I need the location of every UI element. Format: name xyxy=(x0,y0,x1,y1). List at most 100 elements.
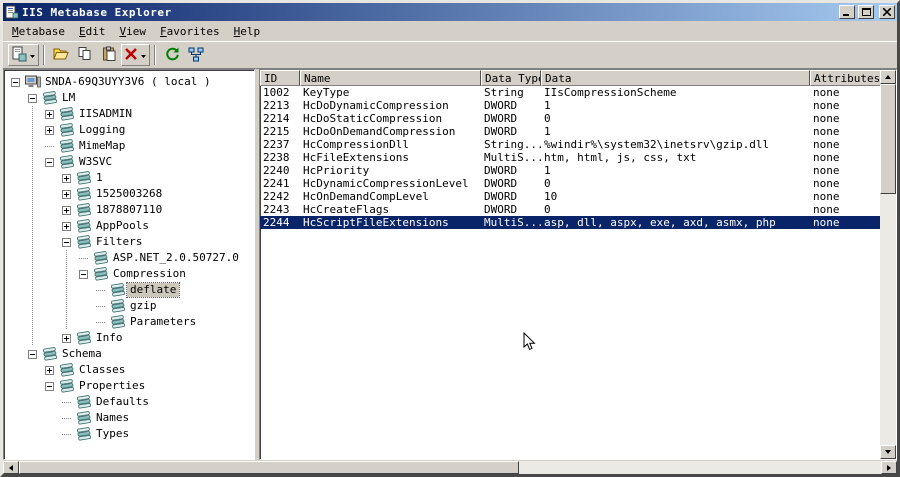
tree-item[interactable]: LM xyxy=(7,90,254,106)
vertical-scroll-track[interactable] xyxy=(880,84,896,445)
menu-help[interactable]: Help xyxy=(227,23,268,40)
table-row[interactable]: 2241 HcDynamicCompressionLevel DWORD 0 none xyxy=(260,177,880,190)
tree-item-label[interactable]: deflate xyxy=(125,282,181,298)
tree-item[interactable]: Properties xyxy=(7,378,254,394)
tree-item[interactable]: Classes xyxy=(7,362,254,378)
tree-item[interactable]: SNDA-69Q3UYY3V6 ( local ) xyxy=(7,74,254,90)
tree-item[interactable]: 1878807110 xyxy=(7,202,254,218)
tree-item[interactable]: Parameters xyxy=(7,314,254,330)
tree-item[interactable]: IISADMIN xyxy=(7,106,254,122)
maximize-button[interactable] xyxy=(858,5,874,19)
expand-toggle[interactable] xyxy=(45,365,54,375)
tree-item[interactable]: W3SVC xyxy=(7,154,254,170)
title-bar[interactable]: IIS Metabase Explorer xyxy=(3,3,897,21)
horizontal-scrollbar[interactable] xyxy=(3,460,897,474)
collapse-toggle[interactable] xyxy=(11,77,20,87)
column-header-id[interactable]: ID xyxy=(260,70,300,86)
tree-item-label[interactable]: Compression xyxy=(110,267,189,281)
tree-item[interactable]: AppPools xyxy=(7,218,254,234)
tree-item-label[interactable]: Info xyxy=(93,331,126,345)
tree-item-label[interactable]: 1878807110 xyxy=(93,203,165,217)
tree-item[interactable]: MimeMap xyxy=(7,138,254,154)
tree-item-label[interactable]: Schema xyxy=(59,347,105,361)
tree-item-label[interactable]: Properties xyxy=(76,379,148,393)
table-row[interactable]: 2242 HcOnDemandCompLevel DWORD 10 none xyxy=(260,190,880,203)
delete-button[interactable] xyxy=(121,44,150,66)
tree-item[interactable]: Defaults xyxy=(7,394,254,410)
tree-item-label[interactable]: IISADMIN xyxy=(76,107,135,121)
horizontal-scroll-track[interactable] xyxy=(19,461,881,474)
table-row[interactable]: 2240 HcPriority DWORD 1 none xyxy=(260,164,880,177)
tree-item-label[interactable]: ASP.NET_2.0.50727.0 xyxy=(110,251,242,265)
vertical-scrollbar[interactable] xyxy=(880,70,896,459)
tree-item[interactable]: Filters xyxy=(7,234,254,250)
expand-toggle[interactable] xyxy=(62,173,71,183)
refresh-button[interactable] xyxy=(160,44,183,66)
vertical-scroll-thumb[interactable] xyxy=(880,84,896,194)
scroll-up-button[interactable] xyxy=(880,70,896,84)
tree-item[interactable]: Schema xyxy=(7,346,254,362)
expand-toggle[interactable] xyxy=(45,125,54,135)
close-button[interactable] xyxy=(879,5,895,19)
table-row[interactable]: 1002 KeyType String IIsCompressionScheme non… xyxy=(260,86,880,99)
table-row[interactable]: 2238 HcFileExtensions MultiS... htm, html, … xyxy=(260,151,880,164)
table-row[interactable]: 2243 HcCreateFlags DWORD 0 none xyxy=(260,203,880,216)
expand-toggle[interactable] xyxy=(62,205,71,215)
tree-item-label[interactable]: 1 xyxy=(93,171,106,185)
expand-toggle[interactable] xyxy=(62,189,71,199)
tree-item-label[interactable]: LM xyxy=(59,91,78,105)
copy-button[interactable] xyxy=(73,44,96,66)
scroll-down-button[interactable] xyxy=(880,445,896,459)
scroll-right-button[interactable] xyxy=(881,461,897,474)
table-row[interactable]: 2214 HcDoStaticCompression DWORD 0 none xyxy=(260,112,880,125)
tree-item-label[interactable]: Logging xyxy=(76,123,128,137)
tree-item-label[interactable]: gzip xyxy=(127,299,160,313)
menu-metabase[interactable]: Metabase xyxy=(5,23,72,40)
horizontal-scroll-thumb[interactable] xyxy=(19,461,519,474)
tree-item[interactable]: Info xyxy=(7,330,254,346)
new-key-button[interactable] xyxy=(8,44,39,66)
table-row[interactable]: 2215 HcDoOnDemandCompression DWORD 1 none xyxy=(260,125,880,138)
tree-item[interactable]: ASP.NET_2.0.50727.0 xyxy=(7,250,254,266)
tree-item-label[interactable]: Filters xyxy=(93,235,145,249)
tree-item[interactable]: deflate xyxy=(7,282,254,298)
tree-item[interactable]: 1 xyxy=(7,170,254,186)
tree-item-label[interactable]: Names xyxy=(93,411,132,425)
tree-item-label[interactable]: Defaults xyxy=(93,395,152,409)
scroll-left-button[interactable] xyxy=(3,461,19,474)
tree-item-label[interactable]: Classes xyxy=(76,363,128,377)
expand-toggle[interactable] xyxy=(62,221,71,231)
paste-button[interactable] xyxy=(97,44,120,66)
open-button[interactable] xyxy=(49,44,72,66)
expand-toggle[interactable] xyxy=(62,333,71,343)
tree-item[interactable]: 1525003268 xyxy=(7,186,254,202)
tree-item-label[interactable]: W3SVC xyxy=(76,155,115,169)
tree-item-label[interactable]: AppPools xyxy=(93,219,152,233)
menu-favorites[interactable]: Favorites xyxy=(153,23,227,40)
tree-item[interactable]: gzip xyxy=(7,298,254,314)
expand-toggle[interactable] xyxy=(45,109,54,119)
tree-item-label[interactable]: SNDA-69Q3UYY3V6 ( local ) xyxy=(42,75,214,89)
table-row[interactable]: 2244 HcScriptFileExtensions MultiS... asp, … xyxy=(260,216,880,229)
menu-view[interactable]: View xyxy=(112,23,153,40)
collapse-toggle[interactable] xyxy=(79,269,88,279)
column-header-name[interactable]: Name xyxy=(300,70,481,86)
collapse-toggle[interactable] xyxy=(28,349,37,359)
tree-item[interactable]: Names xyxy=(7,410,254,426)
connect-button[interactable] xyxy=(184,44,207,66)
minimize-button[interactable] xyxy=(839,5,855,19)
table-row[interactable]: 2237 HcCompressionDll String... %windir%\sy… xyxy=(260,138,880,151)
column-header-data[interactable]: Data xyxy=(541,70,810,86)
tree-item-label[interactable]: MimeMap xyxy=(76,139,128,153)
tree-item[interactable]: Compression xyxy=(7,266,254,282)
collapse-toggle[interactable] xyxy=(45,381,54,391)
tree-item[interactable]: Logging xyxy=(7,122,254,138)
collapse-toggle[interactable] xyxy=(45,157,54,167)
table-row[interactable]: 2213 HcDoDynamicCompression DWORD 1 none xyxy=(260,99,880,112)
menu-edit[interactable]: Edit xyxy=(72,23,113,40)
collapse-toggle[interactable] xyxy=(62,237,71,247)
column-header-data-type[interactable]: Data Type xyxy=(481,70,541,86)
tree-item-label[interactable]: Types xyxy=(93,427,132,441)
tree-item[interactable]: Types xyxy=(7,426,254,442)
tree-item-label[interactable]: Parameters xyxy=(127,315,199,329)
